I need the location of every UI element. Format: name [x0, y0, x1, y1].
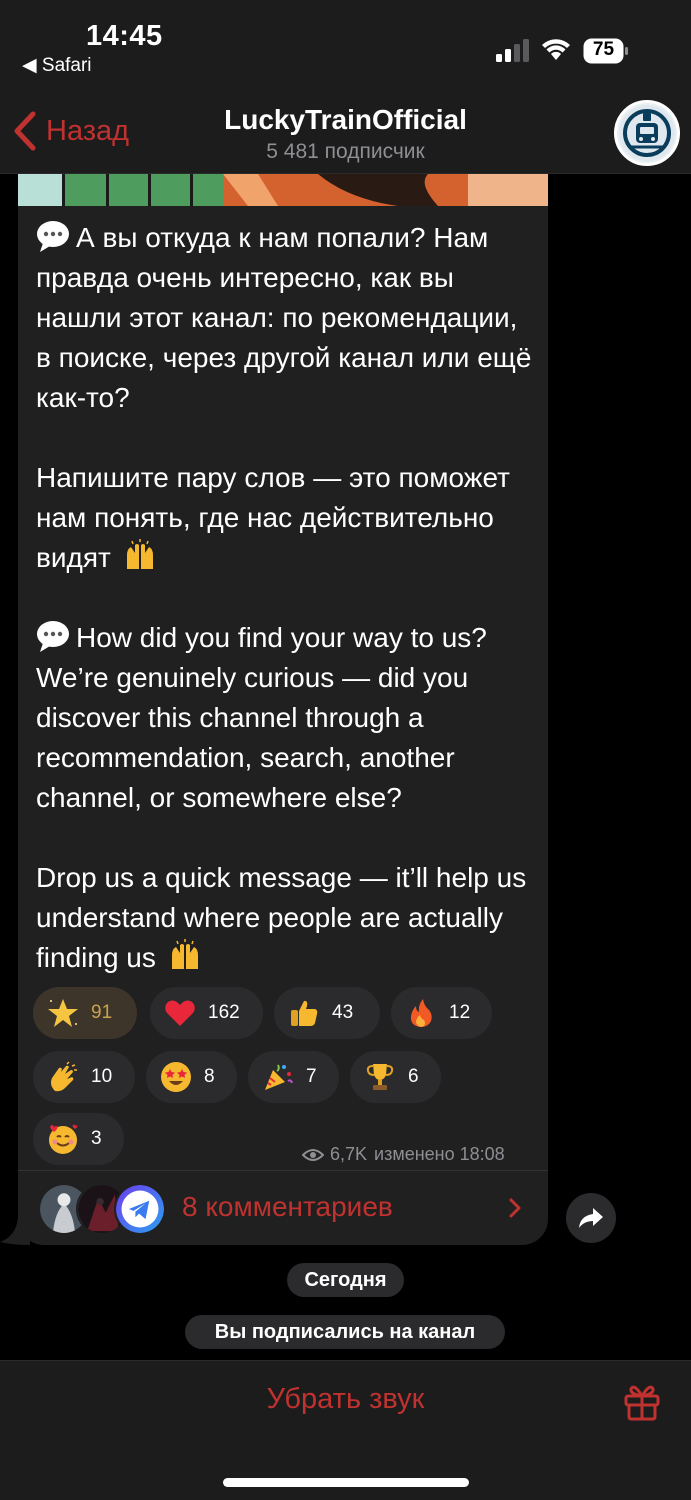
reaction-heart[interactable]: 162: [150, 987, 263, 1039]
reaction-count: 6: [408, 1066, 419, 1087]
eye-icon: [302, 1148, 324, 1161]
message-bubble[interactable]: А вы откуда к нам попали? Нам правда оче…: [18, 174, 548, 1245]
clock: 14:45: [86, 20, 163, 52]
reaction-clapping[interactable]: 10: [33, 1051, 135, 1103]
reaction-count: 43: [332, 1002, 354, 1023]
service-message: Вы подписались на канал: [185, 1315, 505, 1349]
share-button[interactable]: [566, 1193, 616, 1243]
thumbs-up-icon: [291, 1000, 318, 1026]
commenter-avatars: [38, 1183, 168, 1235]
fire-icon: [410, 999, 432, 1027]
date-separator: Сегодня: [287, 1263, 404, 1297]
reaction-star-struck[interactable]: 8: [146, 1051, 237, 1103]
reaction-star[interactable]: 91: [33, 987, 137, 1039]
paragraph-ru-question: А вы откуда к нам попали? Нам правда оче…: [36, 218, 536, 418]
reaction-thumbs-up[interactable]: 43: [274, 987, 380, 1039]
status-bar: 14:45 ◀ Safari 75: [0, 0, 691, 92]
reaction-count: 10: [91, 1066, 113, 1087]
reaction-count: 12: [449, 1002, 471, 1023]
raised-hands-icon: [126, 539, 153, 569]
message-meta: 6,7K изменено 18:08: [302, 1144, 505, 1165]
paragraph-1-text: А вы откуда к нам попали? Нам правда оче…: [36, 222, 532, 413]
chat-header: Назад LuckyTrainOfficial 5 481 подписчик: [0, 92, 691, 174]
home-indicator: [223, 1478, 469, 1487]
view-count: 6,7K: [330, 1144, 368, 1164]
reaction-count: 162: [208, 1002, 240, 1023]
message-text: А вы откуда к нам попали? Нам правда оче…: [36, 218, 536, 978]
bubble-tail: [0, 1218, 30, 1245]
reaction-smiling-hearts[interactable]: 3: [33, 1113, 124, 1165]
heart-icon: [165, 1000, 195, 1026]
gift-icon[interactable]: [622, 1381, 662, 1421]
raised-hands-icon: [171, 939, 198, 969]
edited-time: изменено 18:08: [374, 1144, 505, 1164]
speech-bubble-icon: [37, 621, 69, 652]
chevron-right-icon: [509, 1198, 521, 1218]
speech-bubble-icon: [37, 221, 69, 252]
train-logo-icon: [619, 105, 675, 161]
battery-indicator: 75: [583, 38, 629, 64]
cellular-signal-icon: [496, 39, 529, 62]
battery-level: 75: [592, 39, 615, 60]
paragraph-en-question: How did you find your way to us? We’re g…: [36, 618, 536, 818]
smiling-face-hearts-icon: [49, 1124, 78, 1154]
paragraph-4-text: Drop us a quick message — it’ll help us …: [36, 862, 527, 973]
reaction-count: 3: [91, 1128, 102, 1149]
comments-label: 8 комментариев: [182, 1191, 393, 1222]
comments-button[interactable]: 8 комментариев: [18, 1170, 548, 1245]
party-popper-icon: [265, 1064, 293, 1090]
reaction-count: 7: [306, 1066, 317, 1087]
back-to-safari-link[interactable]: ◀ Safari: [22, 54, 92, 77]
star-icon: [48, 999, 78, 1027]
paragraph-en-ask: Drop us a quick message — it’ll help us …: [36, 858, 536, 978]
clapping-hands-icon: [51, 1061, 77, 1092]
reaction-count: 91: [91, 1002, 113, 1023]
message-image[interactable]: [18, 174, 548, 206]
paragraph-ru-ask: Напишите пару слов — это поможет нам пон…: [36, 458, 536, 578]
star-struck-icon: [161, 1062, 191, 1092]
wifi-icon: [542, 39, 570, 60]
reaction-count: 8: [204, 1066, 215, 1087]
channel-avatar[interactable]: [614, 100, 680, 166]
paragraph-2-text: Напишите пару слов — это поможет нам пон…: [36, 462, 510, 573]
mute-button[interactable]: Убрать звук: [0, 1383, 691, 1416]
subscriber-count: 5 481 подписчик: [266, 140, 425, 163]
bottom-bar: Убрать звук: [0, 1360, 691, 1500]
share-arrow-icon: [579, 1208, 603, 1228]
reaction-trophy[interactable]: 6: [350, 1051, 441, 1103]
paragraph-3-text: How did you find your way to us? We’re g…: [36, 622, 487, 813]
reaction-fire[interactable]: 12: [391, 987, 492, 1039]
channel-title[interactable]: LuckyTrainOfficial: [0, 104, 691, 136]
telegram-avatar: [114, 1183, 166, 1235]
trophy-icon: [366, 1064, 394, 1090]
reaction-party-popper[interactable]: 7: [248, 1051, 339, 1103]
